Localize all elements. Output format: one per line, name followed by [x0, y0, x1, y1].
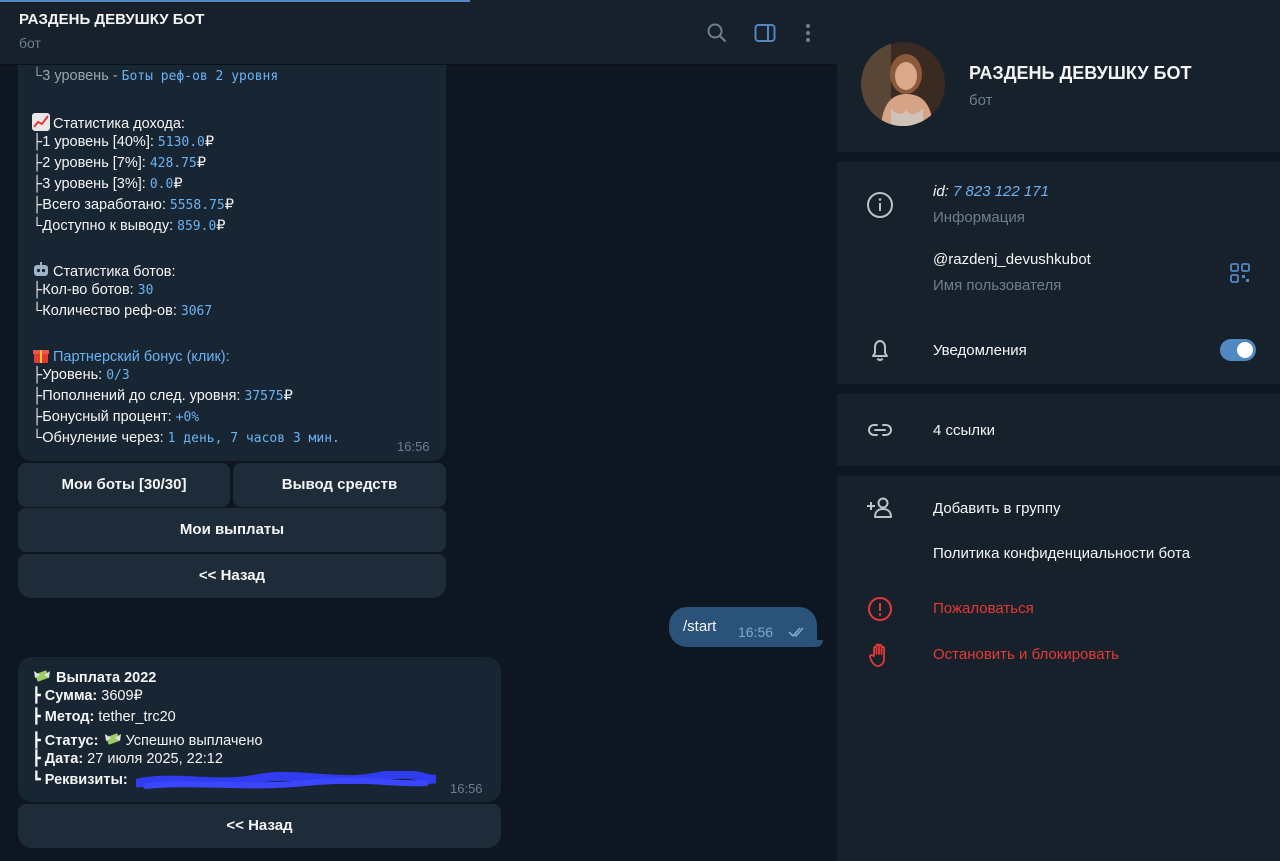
loading-bar [0, 0, 470, 2]
bots-line: └Количество реф-ов: 3067 [32, 303, 213, 319]
redaction-scribble [136, 771, 436, 789]
payout-title-line: Выплата 2022 [32, 667, 156, 686]
link-icon [865, 415, 895, 445]
profile-name: РАЗДЕНЬ ДЕВУШКУ БОТ [969, 63, 1192, 83]
chat-title[interactable]: РАЗДЕНЬ ДЕВУШКУ БОТ [19, 11, 204, 28]
income-line: ├2 уровень [7%]: 428.75₽ [32, 155, 207, 171]
add-user-icon [865, 493, 895, 523]
bot-id[interactable]: id: 7 823 122 171 [933, 183, 1049, 200]
bonus-link[interactable]: Партнерский бонус (клик): [53, 349, 230, 365]
chart-up-icon [32, 113, 53, 132]
bots-header-line: Статистика ботов: [32, 261, 176, 280]
profile-panel: РАЗДЕНЬ ДЕВУШКУ БОТ бот id: 7 823 122 17… [837, 0, 1280, 861]
my-bots-button[interactable]: Мои боты [30/30] [18, 463, 230, 507]
hand-stop-icon [865, 640, 895, 670]
privacy-policy-item[interactable]: Политика конфиденциальности бота [933, 545, 1190, 562]
message-time: 16:56 [450, 781, 483, 796]
qr-code-icon[interactable] [1230, 263, 1250, 283]
block-item[interactable]: Остановить и блокировать [933, 646, 1119, 663]
info-label: Информация [933, 209, 1025, 226]
outgoing-message: /start 16:56 [669, 607, 817, 647]
report-item[interactable]: Пожаловаться [933, 600, 1034, 617]
chat-area[interactable]: └3 уровень - Боты реф-ов 2 уровня Статис… [0, 0, 837, 861]
avatar[interactable] [861, 42, 945, 126]
profile-status: бот [969, 92, 993, 109]
username-label: Имя пользователя [933, 277, 1062, 294]
payout-back-button[interactable]: << Назад [18, 804, 501, 848]
level3-value: Боты реф-ов 2 уровня [121, 69, 279, 84]
divider [837, 152, 1280, 162]
divider [837, 384, 1280, 394]
bonus-line: ├Пополнений до след. уровня: 37575₽ [32, 388, 293, 404]
income-header: Статистика дохода: [53, 116, 185, 132]
bonus-line: └Обнуление через: 1 день, 7 часов 3 мин. [32, 430, 340, 446]
bonus-line: ├Уровень: 0/3 [32, 367, 130, 383]
income-line: ├1 уровень [40%]: 5130.0₽ [32, 134, 215, 150]
payout-date-line: ┣ Дата: 27 июля 2025, 22:12 [32, 751, 223, 767]
payout-title: Выплата 2022 [56, 670, 157, 686]
sidebar-toggle-icon[interactable] [753, 21, 777, 45]
income-header-line: Статистика дохода: [32, 113, 185, 132]
username-link[interactable]: @razdenj_devushkubot [933, 251, 1091, 268]
chat-status: бот [19, 35, 41, 51]
info-icon [865, 190, 895, 220]
stats-message: └3 уровень - Боты реф-ов 2 уровня Статис… [18, 30, 446, 461]
bonus-header-line: Партнерский бонус (клик): [32, 346, 230, 365]
bubble-tail [815, 640, 823, 647]
outgoing-time: 16:56 [738, 624, 774, 640]
income-line: ├3 уровень [3%]: 0.0₽ [32, 176, 183, 192]
notifications-label: Уведомления [933, 342, 1027, 359]
telegram-window: └3 уровень - Боты реф-ов 2 уровня Статис… [0, 0, 1280, 861]
bell-icon [865, 335, 895, 365]
divider [837, 466, 1280, 476]
level3-label: └3 уровень - [32, 68, 122, 84]
toggle-knob [1237, 342, 1253, 358]
money-wings-icon [103, 733, 126, 749]
payout-method-line: ┣ Метод: tether_trc20 [32, 709, 176, 725]
bots-header: Статистика ботов: [53, 264, 176, 280]
notifications-toggle[interactable] [1220, 339, 1256, 361]
my-payouts-button[interactable]: Мои выплаты [18, 508, 446, 552]
add-to-group-item[interactable]: Добавить в группу [933, 500, 1061, 517]
report-icon [865, 594, 895, 624]
outgoing-text: /start [683, 618, 717, 635]
payout-sum-line: ┣ Сумма: 3609₽ [32, 688, 143, 704]
search-icon[interactable] [705, 21, 729, 45]
money-wings-icon [32, 670, 56, 686]
robot-icon [32, 262, 53, 280]
gift-icon [32, 349, 53, 365]
income-line: ├Всего заработано: 5558.75₽ [32, 197, 234, 213]
chat-header[interactable]: РАЗДЕНЬ ДЕВУШКУ БОТ бот [0, 0, 837, 65]
income-line: └Доступно к выводу: 859.0₽ [32, 218, 226, 234]
bots-line: ├Кол-во ботов: 30 [32, 282, 154, 298]
more-icon[interactable] [796, 21, 820, 45]
payout-requisites-line: ┗ Реквизиты: [32, 772, 128, 788]
bonus-line: ├Бонусный процент: +0% [32, 409, 200, 425]
payout-status-line: ┣ Статус: Успешно выплачено [32, 733, 263, 749]
links-item[interactable]: 4 ссылки [933, 422, 995, 439]
message-time: 16:56 [397, 439, 430, 454]
level3-line: └3 уровень - Боты реф-ов 2 уровня [32, 68, 278, 84]
withdraw-button[interactable]: Вывод средств [233, 463, 446, 507]
back-button[interactable]: << Назад [18, 554, 446, 598]
double-check-icon [788, 625, 808, 643]
